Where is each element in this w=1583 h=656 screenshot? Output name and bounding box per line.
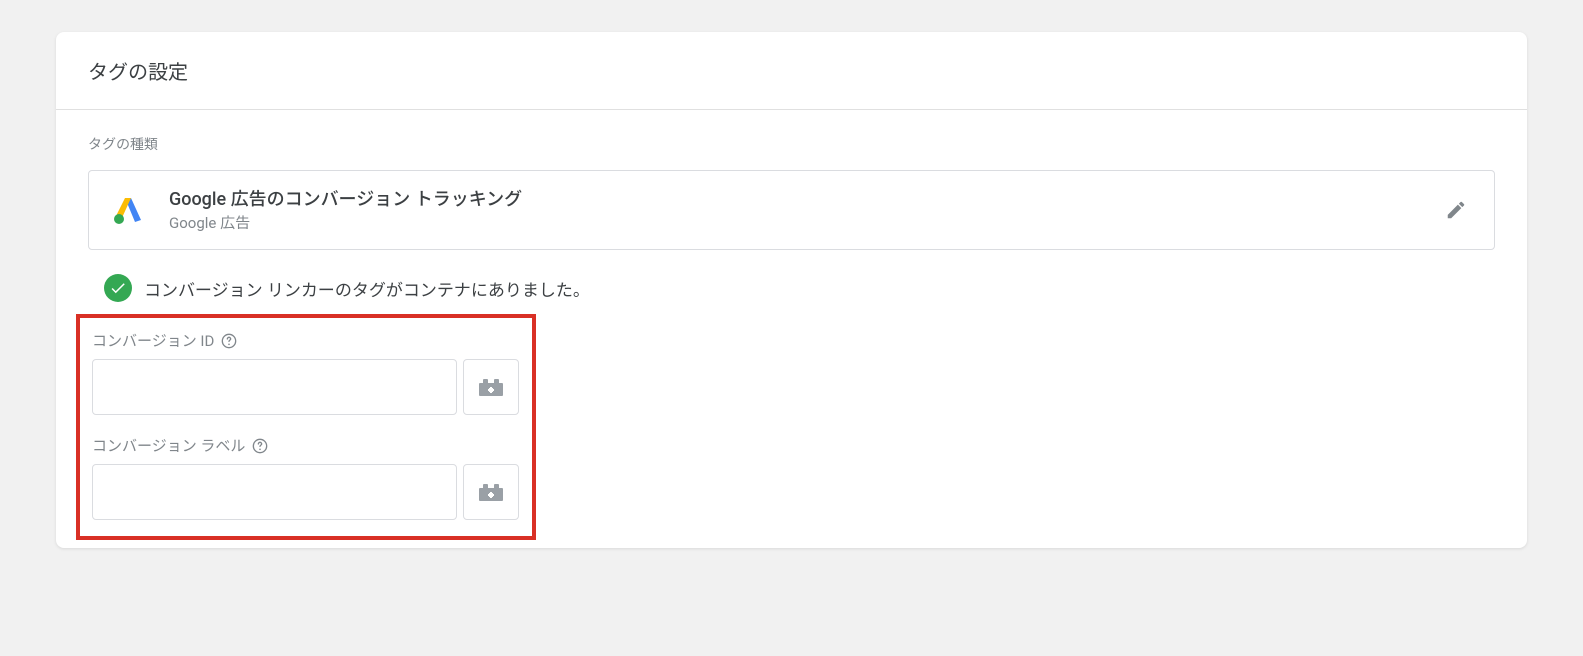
tag-type-subtitle: Google 広告: [169, 212, 1418, 233]
check-circle-icon: [104, 274, 132, 302]
conversion-id-field-group: コンバージョン ID: [92, 330, 520, 415]
edit-tag-type-button[interactable]: [1438, 192, 1474, 228]
tag-config-panel: タグの設定 タグの種類 Google 広告のコンバージョン トラッキング Goo…: [56, 32, 1527, 548]
panel-body: タグの種類 Google 広告のコンバージョン トラッキング Google 広告: [56, 110, 1527, 548]
highlighted-fields-box: コンバージョン ID: [76, 314, 536, 540]
conversion-label-input[interactable]: [92, 464, 457, 520]
status-row: コンバージョン リンカーのタグがコンテナにありました。: [104, 274, 1495, 302]
conversion-id-label: コンバージョン ID: [92, 330, 214, 351]
conversion-id-input-row: [92, 359, 520, 415]
variable-brick-icon: [478, 482, 504, 502]
conversion-label-label-row: コンバージョン ラベル: [92, 435, 520, 456]
pencil-icon: [1445, 199, 1467, 221]
panel-header: タグの設定: [56, 32, 1527, 110]
conversion-label-label: コンバージョン ラベル: [92, 435, 245, 456]
insert-variable-button[interactable]: [463, 464, 519, 520]
status-message: コンバージョン リンカーのタグがコンテナにありました。: [144, 276, 590, 301]
tag-type-texts: Google 広告のコンバージョン トラッキング Google 広告: [169, 187, 1418, 233]
conversion-label-input-row: [92, 464, 520, 520]
tag-type-title: Google 広告のコンバージョン トラッキング: [169, 187, 1418, 212]
insert-variable-button[interactable]: [463, 359, 519, 415]
panel-title: タグの設定: [88, 56, 1495, 85]
conversion-id-input[interactable]: [92, 359, 457, 415]
tag-type-section-label: タグの種類: [88, 134, 1495, 154]
help-icon[interactable]: [220, 332, 238, 350]
help-icon[interactable]: [251, 437, 269, 455]
google-ads-icon: [109, 190, 149, 230]
tag-type-selector[interactable]: Google 広告のコンバージョン トラッキング Google 広告: [88, 170, 1495, 250]
conversion-id-label-row: コンバージョン ID: [92, 330, 520, 351]
variable-brick-icon: [478, 377, 504, 397]
conversion-label-field-group: コンバージョン ラベル: [92, 435, 520, 520]
